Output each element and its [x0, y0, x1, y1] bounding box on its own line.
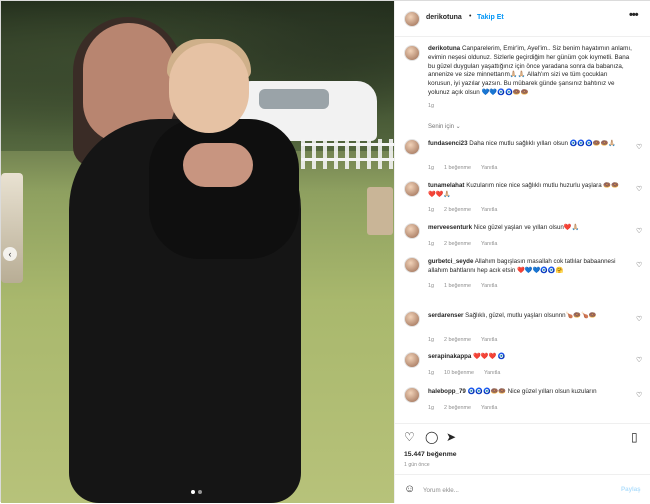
comment-likes[interactable]: 1 beğenme [444, 283, 471, 289]
comment-meta: 1g 2 beğenme Yanıtla [428, 405, 507, 411]
comment-text: 🧿🧿🧿🍩🍩 Nice güzel yılları olsun kuzuların [467, 388, 597, 395]
comment-time: 1g [428, 405, 434, 411]
comment-meta: 1g 1 beğenme Yanıtla [428, 165, 507, 171]
comment-meta: 1g 10 beğenme Yanıtla [428, 370, 510, 376]
comment-heart-icon[interactable]: ♡ [636, 143, 642, 151]
comment-text-block: fundasenci23 Daha nice mutlu sağlıklı yı… [428, 140, 624, 149]
avatar[interactable] [404, 352, 420, 368]
more-options-icon[interactable]: ••• [629, 9, 639, 21]
comment-text-block: merveesenturk Nice güzel yaşları ve yıll… [428, 224, 624, 233]
likes-count[interactable]: 15.447 beğenme [404, 451, 457, 458]
comment-heart-icon[interactable]: ♡ [636, 261, 642, 269]
comment-likes[interactable]: 2 beğenme [444, 337, 471, 343]
carousel-dot-active [191, 490, 195, 494]
comment-username[interactable]: tunamelahat [428, 182, 464, 189]
comment-text-block: gurbetci_seyde Allahım bagışlasın masall… [428, 258, 624, 275]
comment-username[interactable]: merveesenturk [428, 224, 472, 231]
avatar[interactable] [404, 223, 420, 239]
comment-username[interactable]: fundasenci23 [428, 140, 468, 147]
comment-heart-icon[interactable]: ♡ [636, 356, 642, 364]
post-dialog: ‹ derikotuna • Takip Et ••• derikotuna C… [0, 0, 650, 503]
comment-time: 1g [428, 370, 434, 376]
send-icon[interactable]: ➤ [446, 430, 456, 444]
caption-time: 1g [428, 103, 435, 109]
reply-button[interactable]: Yanıtla [481, 165, 497, 171]
comment-text: Sağlıklı, güzel, mutlu yaşları olsunnn🍗🍩… [465, 312, 597, 319]
comment-input[interactable] [423, 483, 603, 497]
caption-avatar[interactable] [404, 45, 420, 61]
comment-username[interactable]: gurbetci_seyde [428, 258, 473, 265]
posted-ago: 1 gün önce [404, 462, 430, 468]
comment-text: ❤️❤️❤️ 🧿 [473, 353, 506, 360]
comment-time: 1g [428, 337, 434, 343]
comment-time: 1g [428, 283, 434, 289]
post-side-pane: derikotuna • Takip Et ••• derikotuna Can… [394, 1, 650, 503]
comment-text-block: tunamelahat Kuzularım nice nice sağlıklı… [428, 182, 624, 199]
post-caption: derikotuna Canparelerim, Emir'im, Ayel'i… [428, 45, 633, 98]
avatar[interactable] [404, 387, 420, 403]
post-photo[interactable]: ‹ [1, 1, 394, 503]
comment-heart-icon[interactable]: ♡ [636, 391, 642, 399]
reply-button[interactable]: Yanıtla [481, 207, 497, 213]
photo-fence-rail-lower [301, 158, 394, 161]
comment-sort-dropdown[interactable]: Senin için ⌄ [428, 123, 461, 130]
comment-time: 1g [428, 165, 434, 171]
reply-button[interactable]: Yanıtla [481, 405, 497, 411]
comment-meta: 1g 2 beğenme Yanıtla [428, 337, 507, 343]
comment-time: 1g [428, 207, 434, 213]
heart-icon[interactable]: ♡ [404, 430, 415, 444]
header-separator: • [469, 13, 472, 20]
comment-username[interactable]: serdarenser [428, 312, 463, 319]
comment-likes[interactable]: 2 beğenme [444, 207, 471, 213]
comment-meta: 1g 2 beğenme Yanıtla [428, 207, 507, 213]
photo-chair-left [1, 173, 23, 283]
post-header: derikotuna • Takip Et ••• [395, 1, 650, 37]
comment-likes[interactable]: 2 beğenme [444, 241, 471, 247]
comment-time: 1g [428, 241, 434, 247]
comment-username[interactable]: serapinakappa [428, 353, 471, 360]
photo-baby-face [169, 43, 249, 133]
carousel-dot [198, 490, 202, 494]
photo-chair-right [367, 187, 393, 235]
chevron-left-icon[interactable]: ‹ [3, 247, 17, 261]
avatar[interactable] [404, 139, 420, 155]
post-actions: ♡ ◯ ➤ ▯ 15.447 beğenme 1 gün önce ☺ Payl… [395, 423, 650, 503]
comment-heart-icon[interactable]: ♡ [636, 315, 642, 323]
comment-likes[interactable]: 2 beğenme [444, 405, 471, 411]
avatar[interactable] [404, 181, 420, 197]
bookmark-icon[interactable]: ▯ [631, 430, 638, 444]
photo-baby-coat [149, 119, 299, 259]
add-comment-bar: ☺ Paylaş [395, 474, 650, 504]
comment-text: Nice güzel yaşları ve yılları olsun❤️🙏🏼 [473, 224, 580, 231]
reply-button[interactable]: Yanıtla [481, 337, 497, 343]
reply-button[interactable]: Yanıtla [481, 283, 497, 289]
follow-button[interactable]: Takip Et [477, 14, 504, 21]
comment-text-block: serapinakappa ❤️❤️❤️ 🧿 [428, 353, 624, 362]
header-username[interactable]: derikotuna [426, 14, 462, 21]
emoji-icon[interactable]: ☺ [404, 483, 415, 495]
reply-button[interactable]: Yanıtla [481, 241, 497, 247]
comment-icon[interactable]: ◯ [425, 430, 438, 444]
comment-heart-icon[interactable]: ♡ [636, 185, 642, 193]
comment-meta: 1g 1 beğenme Yanıtla [428, 283, 507, 289]
avatar[interactable] [404, 257, 420, 273]
comment-text-block: serdarenser Sağlıklı, güzel, mutlu yaşla… [428, 312, 624, 321]
avatar[interactable] [404, 11, 420, 27]
photo-hand [183, 143, 253, 187]
carousel-dots [191, 490, 202, 494]
caption-username[interactable]: derikotuna [428, 45, 460, 52]
comment-text-block: halebopp_79 🧿🧿🧿🍩🍩 Nice güzel yılları ols… [428, 388, 624, 397]
caption-text: Canparelerim, Emir'im, Ayel'im.. Siz ben… [428, 45, 632, 96]
photo-fence-rail [301, 143, 394, 146]
comment-text: Daha nice mutlu sağlıklı yılları olsun 🧿… [469, 140, 616, 147]
comment-likes[interactable]: 1 beğenme [444, 165, 471, 171]
avatar[interactable] [404, 311, 420, 327]
comment-likes[interactable]: 10 beğenme [444, 370, 474, 376]
share-comment-button[interactable]: Paylaş [621, 486, 641, 493]
comment-heart-icon[interactable]: ♡ [636, 227, 642, 235]
comment-username[interactable]: halebopp_79 [428, 388, 466, 395]
reply-button[interactable]: Yanıtla [484, 370, 500, 376]
comment-meta: 1g 2 beğenme Yanıtla [428, 241, 507, 247]
